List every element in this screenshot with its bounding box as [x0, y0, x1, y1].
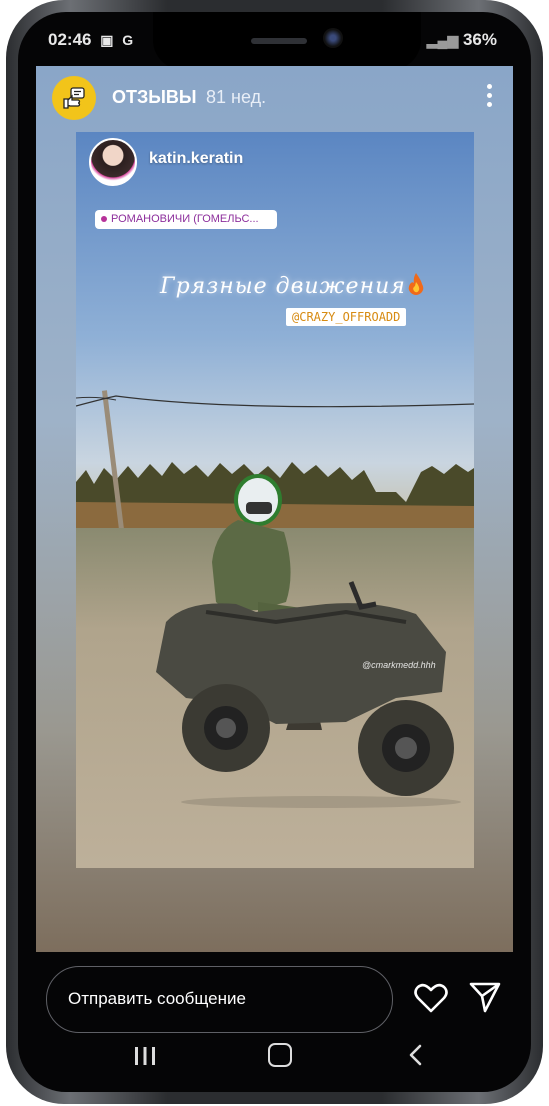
- status-time: 02:46: [48, 30, 92, 49]
- phone-frame: 02:46 ▣ G ▂▄▆ 36% ОТЗЫВЫ 81 нед. @cmarkm…: [6, 0, 543, 1104]
- more-vertical-icon[interactable]: [487, 84, 495, 108]
- story-author-username[interactable]: katin.keratin: [149, 150, 243, 168]
- heart-icon[interactable]: [414, 982, 448, 1014]
- back-icon[interactable]: [407, 1044, 425, 1066]
- front-camera: [323, 28, 343, 48]
- photo-watermark: @cmarkmedd.hhh: [362, 660, 436, 670]
- story-caption: Грязные движения: [160, 272, 426, 299]
- message-placeholder: Отправить сообщение: [68, 989, 246, 1008]
- story-viewer[interactable]: ОТЗЫВЫ 81 нед. @cmarkmedd.hhh katin.kera…: [36, 66, 513, 952]
- story-media: @cmarkmedd.hhh katin.keratin РОМАНОВИЧИ …: [76, 132, 474, 868]
- account-name[interactable]: ОТЗЫВЫ: [112, 87, 197, 108]
- thumbs-up-message-icon: [63, 87, 85, 109]
- atv-rider-photo: [156, 474, 461, 808]
- power-line: [76, 395, 474, 408]
- fire-emoji-icon: [408, 273, 424, 295]
- story-age: 81 нед.: [206, 87, 267, 107]
- home-icon[interactable]: [268, 1043, 292, 1067]
- message-input[interactable]: Отправить сообщение: [46, 966, 393, 1033]
- story-header: ОТЗЫВЫ 81 нед.: [36, 66, 513, 126]
- story-author-avatar[interactable]: [89, 138, 137, 186]
- gallery-notification-icon: ▣: [100, 32, 114, 48]
- earpiece-speaker: [251, 38, 307, 44]
- location-pin-icon: [101, 216, 107, 223]
- recents-icon[interactable]: [134, 1046, 156, 1066]
- caption-text: Грязные движения: [160, 274, 406, 299]
- phone-screen-area: 02:46 ▣ G ▂▄▆ 36% ОТЗЫВЫ 81 нед. @cmarkm…: [18, 12, 531, 1092]
- google-notification-icon: G: [122, 32, 134, 48]
- signal-icon: ▂▄▆: [426, 32, 459, 48]
- account-avatar[interactable]: [52, 76, 96, 120]
- notch: [153, 12, 421, 70]
- status-bar-left: 02:46 ▣ G: [48, 30, 133, 50]
- battery-level: 36%: [462, 30, 497, 49]
- mention-sticker[interactable]: @CRAZY_OFFROADD: [286, 308, 407, 326]
- location-sticker[interactable]: РОМАНОВИЧИ (ГОМЕЛЬС...: [95, 210, 277, 229]
- location-label: РОМАНОВИЧИ (ГОМЕЛЬС...: [111, 213, 259, 225]
- status-bar-right: ▂▄▆ 36%: [423, 30, 497, 50]
- send-icon[interactable]: [468, 980, 502, 1014]
